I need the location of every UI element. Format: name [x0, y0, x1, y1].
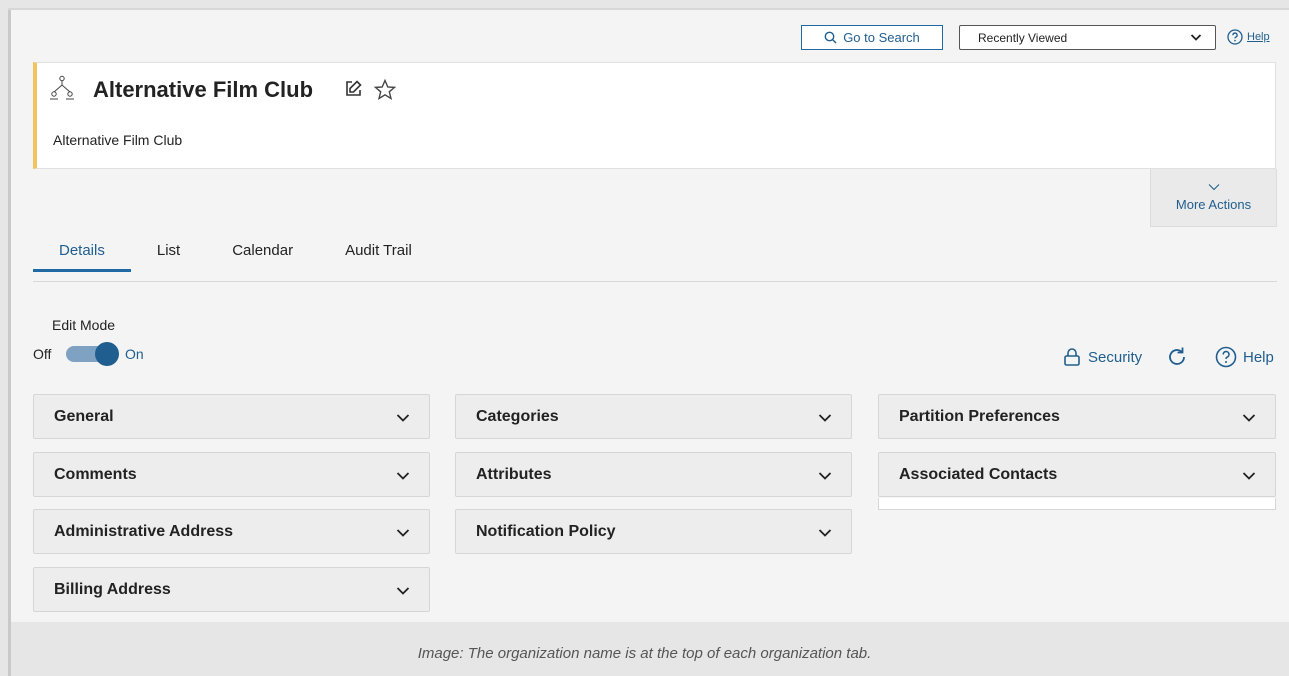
- more-actions-label: More Actions: [1175, 197, 1252, 212]
- recently-viewed-value: Recently Viewed: [978, 30, 1068, 45]
- organization-header: Alternative Film Club Alternative Film C…: [33, 62, 1276, 169]
- tab-details[interactable]: Details: [33, 240, 131, 272]
- more-actions-button[interactable]: More Actions: [1150, 169, 1277, 227]
- chevron-down-icon: [818, 529, 832, 537]
- tab-audit-trail[interactable]: Audit Trail: [319, 240, 438, 272]
- chevron-down-icon: [1190, 34, 1202, 41]
- panel-title: Notification Policy: [476, 523, 616, 540]
- organization-subtitle: Alternative Film Club: [53, 132, 183, 148]
- edit-mode-toggle-knob[interactable]: [95, 342, 119, 366]
- help-label: Help: [1247, 31, 1270, 43]
- go-to-search-label: Go to Search: [843, 30, 920, 45]
- tab-calendar[interactable]: Calendar: [206, 240, 319, 272]
- panel-title: General: [54, 408, 114, 425]
- go-to-search-button[interactable]: Go to Search: [801, 25, 943, 50]
- panel-billing-address[interactable]: Billing Address: [33, 567, 430, 612]
- panel-title: Categories: [476, 408, 559, 425]
- lock-icon: [1064, 348, 1080, 366]
- associated-contacts-body: [878, 498, 1276, 510]
- chevron-down-icon: [1208, 184, 1219, 191]
- panel-general[interactable]: General: [33, 394, 430, 439]
- help-circle-icon: [1227, 29, 1243, 45]
- panel-title: Associated Contacts: [899, 466, 1058, 483]
- edit-mode-on-label: On: [125, 346, 144, 362]
- chevron-down-icon: [1242, 414, 1256, 422]
- panel-title: Comments: [54, 466, 137, 483]
- security-button[interactable]: Security: [1062, 347, 1142, 367]
- help-label: Help: [1243, 348, 1274, 366]
- panel-attributes[interactable]: Attributes: [455, 452, 852, 497]
- refresh-icon[interactable]: [1165, 345, 1189, 369]
- panel-categories[interactable]: Categories: [455, 394, 852, 439]
- help-circle-icon: [1215, 346, 1237, 368]
- chevron-down-icon: [396, 472, 410, 480]
- tab-bar: Details List Calendar Audit Trail: [33, 240, 438, 272]
- panel-title: Billing Address: [54, 581, 171, 598]
- panel-partition-preferences[interactable]: Partition Preferences: [878, 394, 1276, 439]
- organization-icon: [50, 75, 74, 100]
- screenshot-frame: Go to Search Recently Viewed Help Altern…: [0, 0, 1289, 676]
- chevron-down-icon: [1242, 472, 1256, 480]
- search-icon: [824, 31, 837, 44]
- panel-comments[interactable]: Comments: [33, 452, 430, 497]
- edit-mode-label: Edit Mode: [52, 317, 116, 333]
- security-label: Security: [1088, 348, 1143, 366]
- panel-associated-contacts[interactable]: Associated Contacts: [878, 452, 1276, 497]
- panel-title: Attributes: [476, 466, 552, 483]
- chevron-down-icon: [396, 529, 410, 537]
- tab-list[interactable]: List: [131, 240, 206, 272]
- chevron-down-icon: [818, 414, 832, 422]
- chevron-down-icon: [396, 587, 410, 595]
- chevron-down-icon: [396, 414, 410, 422]
- app-window: Go to Search Recently Viewed Help Altern…: [11, 10, 1289, 632]
- edit-mode-off-label: Off: [33, 346, 52, 362]
- panel-notification-policy[interactable]: Notification Policy: [455, 509, 852, 554]
- chevron-down-icon: [818, 472, 832, 480]
- panel-administrative-address[interactable]: Administrative Address: [33, 509, 430, 554]
- image-caption: Image: The organization name is at the t…: [417, 645, 872, 662]
- recently-viewed-select[interactable]: Recently Viewed: [959, 25, 1216, 50]
- help-link-top[interactable]: Help: [1227, 29, 1270, 45]
- panel-title: Administrative Address: [54, 523, 234, 540]
- organization-title: Alternative Film Club: [93, 77, 314, 102]
- edit-icon[interactable]: [343, 79, 363, 99]
- star-icon[interactable]: [373, 78, 397, 102]
- tab-divider: [33, 281, 1277, 282]
- panel-title: Partition Preferences: [899, 408, 1060, 425]
- help-button[interactable]: Help: [1215, 346, 1274, 368]
